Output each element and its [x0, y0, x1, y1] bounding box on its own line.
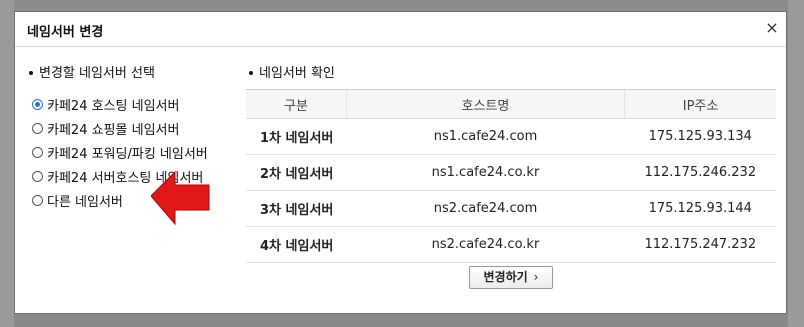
hostname-cell: ns1.cafe24.co.kr: [346, 154, 625, 191]
hostname-cell: ns2.cafe24.co.kr: [346, 226, 625, 263]
red-arrow-icon: [151, 170, 210, 226]
ip-cell: 175.125.93.134: [624, 118, 776, 155]
nameserver-change-dialog: 네임서버 변경 × 변경할 네임서버 선택 카페24 호스팅 네임서버 카페24…: [14, 11, 787, 314]
radio-label: 카페24 호스팅 네임서버: [47, 98, 180, 114]
radio-label: 카페24 포워딩/파킹 네임서버: [47, 146, 208, 162]
bullet-icon: [249, 70, 253, 75]
column-header-ip: IP주소: [624, 89, 776, 119]
change-button[interactable]: 변경하기 ›: [469, 266, 553, 289]
ip-cell: 175.125.93.144: [624, 190, 776, 227]
row-label: 3차 네임서버: [246, 190, 347, 227]
check-nameserver-heading: 네임서버 확인: [249, 62, 335, 81]
nameserver-table: 구분 호스트명 IP주소 1차 네임서버 ns1.cafe24.com 175.…: [246, 89, 776, 263]
background-left-strip: [0, 0, 14, 327]
change-button-label: 변경하기: [483, 270, 528, 284]
table-header-row: 구분 호스트명 IP주소: [246, 89, 776, 119]
close-icon[interactable]: ×: [764, 20, 780, 36]
radio-button[interactable]: [32, 194, 43, 206]
table-row: 1차 네임서버 ns1.cafe24.com 175.125.93.134: [246, 118, 776, 155]
radio-label: 다른 네임서버: [47, 194, 123, 210]
radio-button[interactable]: [32, 122, 43, 134]
chevron-right-icon: ›: [533, 270, 539, 284]
table-row: 2차 네임서버 ns1.cafe24.co.kr 112.175.246.232: [246, 154, 776, 191]
select-nameserver-heading: 변경할 네임서버 선택: [29, 62, 155, 81]
bullet-icon: [29, 70, 33, 75]
radio-button[interactable]: [32, 146, 43, 158]
radio-option-cafe24-hosting[interactable]: 카페24 호스팅 네임서버: [32, 92, 208, 116]
radio-label: 카페24 쇼핑몰 네임서버: [47, 122, 180, 138]
select-nameserver-title: 변경할 네임서버 선택: [39, 66, 155, 81]
row-label: 2차 네임서버: [246, 154, 347, 191]
hostname-cell: ns2.cafe24.com: [346, 190, 625, 227]
radio-button[interactable]: [32, 170, 43, 182]
ip-cell: 112.175.246.232: [624, 154, 776, 191]
check-nameserver-title: 네임서버 확인: [259, 66, 335, 81]
dialog-title: 네임서버 변경: [27, 25, 104, 40]
row-label: 4차 네임서버: [246, 226, 347, 263]
radio-option-cafe24-forwarding[interactable]: 카페24 포워딩/파킹 네임서버: [32, 140, 208, 164]
radio-option-cafe24-shop[interactable]: 카페24 쇼핑몰 네임서버: [32, 116, 208, 140]
dialog-header: 네임서버 변경 ×: [15, 12, 786, 47]
column-header-category: 구분: [246, 89, 347, 119]
hostname-cell: ns1.cafe24.com: [346, 118, 625, 155]
table-row: 4차 네임서버 ns2.cafe24.co.kr 112.175.247.232: [246, 226, 776, 263]
table-row: 3차 네임서버 ns2.cafe24.com 175.125.93.144: [246, 190, 776, 227]
ip-cell: 112.175.247.232: [624, 226, 776, 263]
column-header-hostname: 호스트명: [345, 89, 625, 119]
background-right-strip: [788, 0, 804, 327]
row-label: 1차 네임서버: [246, 118, 347, 155]
radio-button-checked[interactable]: [32, 98, 43, 110]
background-bottom-strip: [14, 314, 787, 327]
